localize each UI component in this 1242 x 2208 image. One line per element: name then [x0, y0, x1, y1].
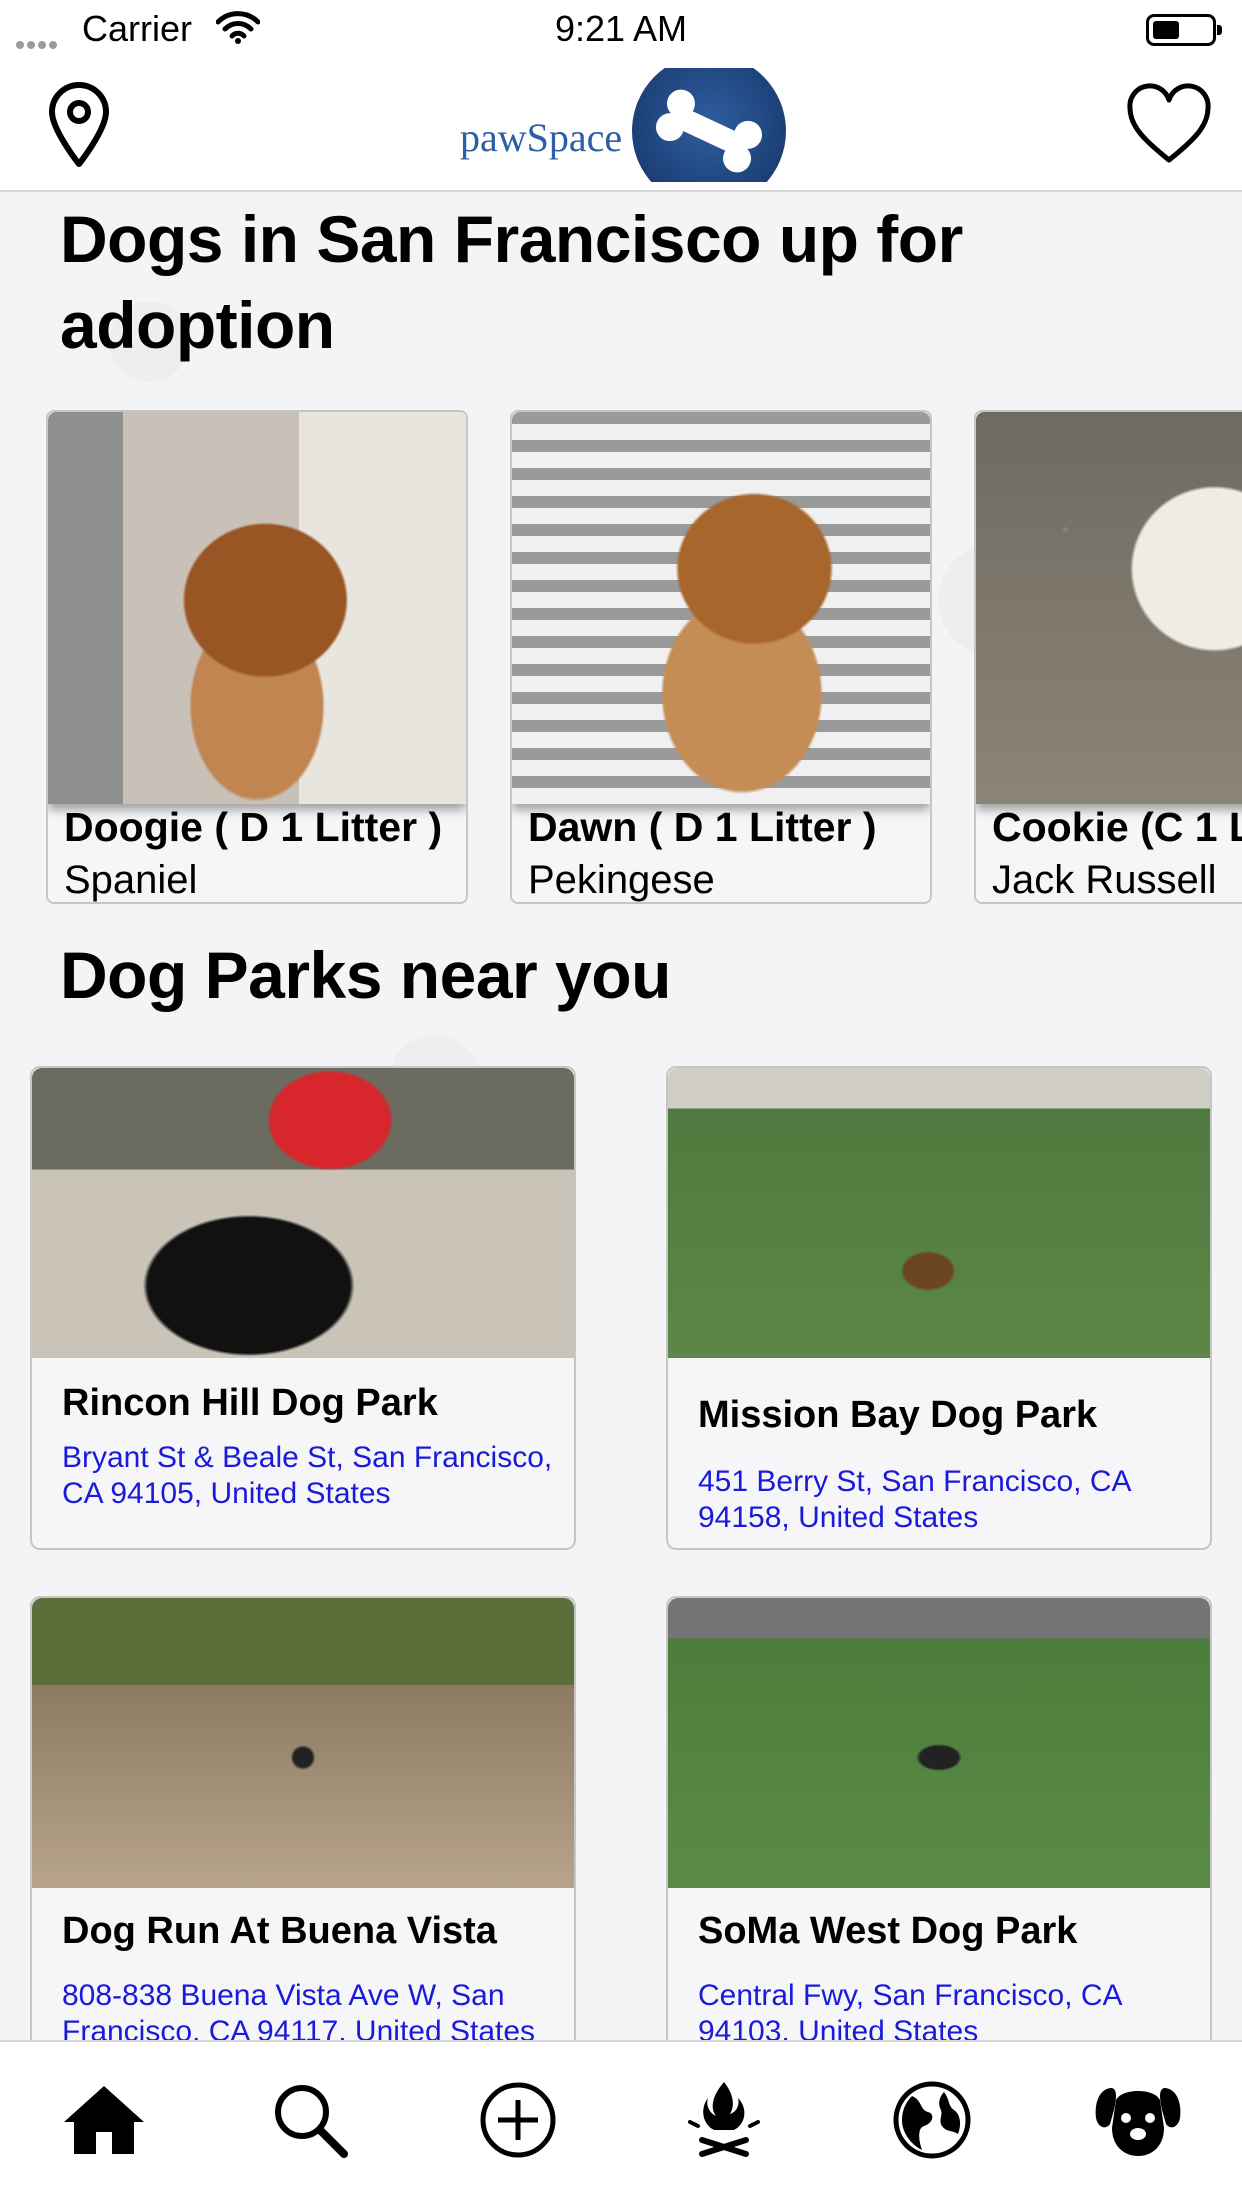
heart-icon — [1127, 83, 1211, 163]
dog-breed: Pekingese — [528, 858, 715, 902]
tab-profile-dog[interactable] — [1090, 2072, 1186, 2168]
parks-section-title: Dog Parks near you — [60, 938, 671, 1012]
park-name: Rincon Hill Dog Park — [62, 1382, 438, 1424]
park-photo — [32, 1598, 574, 1888]
map-pin-icon — [49, 82, 109, 167]
dog-photo — [976, 412, 1242, 804]
favorites-button[interactable] — [1124, 82, 1214, 166]
main-content[interactable]: Dogs in San Francisco up for adoption Do… — [0, 194, 1242, 2040]
dog-photo — [48, 412, 466, 804]
tab-add[interactable] — [470, 2072, 566, 2168]
tab-search[interactable] — [262, 2072, 358, 2168]
tab-campfire[interactable] — [676, 2072, 772, 2168]
campfire-icon — [688, 2082, 760, 2157]
dog-name: Dawn ( D 1 Litter ) — [528, 804, 877, 850]
adoption-section-title: Dogs in San Francisco up for adoption — [60, 202, 963, 362]
park-address-link[interactable]: Bryant St & Beale St, San Francisco, CA … — [62, 1440, 562, 1512]
dog-card-doogie[interactable]: Doogie ( D 1 Litter ) Spaniel — [46, 410, 468, 904]
dog-face-icon — [1095, 2088, 1181, 2156]
dog-card-dawn[interactable]: Dawn ( D 1 Litter ) Pekingese — [510, 410, 932, 904]
park-photo — [668, 1068, 1210, 1358]
globe-icon — [893, 2081, 971, 2159]
clock: 9:21 AM — [554, 8, 688, 49]
battery-icon — [1146, 14, 1222, 46]
park-card-buena-vista[interactable]: Dog Run At Buena Vista 808-838 Buena Vis… — [30, 1596, 576, 2040]
park-photo — [668, 1598, 1210, 1888]
search-icon — [275, 2085, 348, 2158]
park-address-link[interactable]: 808-838 Buena Vista Ave W, San Francisco… — [62, 1978, 562, 2040]
tab-bar — [0, 2040, 1242, 2208]
park-card-mission-bay[interactable]: Mission Bay Dog Park 451 Berry St, San F… — [666, 1066, 1212, 1550]
location-button[interactable] — [44, 80, 114, 170]
logo-text: pawSpace — [460, 115, 623, 160]
park-name: Mission Bay Dog Park — [698, 1394, 1098, 1436]
add-circle-icon — [480, 2082, 556, 2158]
park-address-link[interactable]: Central Fwy, San Francisco, CA 94103, Un… — [698, 1978, 1198, 2040]
park-address-link[interactable]: 451 Berry St, San Francisco, CA 94158, U… — [698, 1464, 1198, 1536]
park-name: SoMa West Dog Park — [698, 1910, 1078, 1952]
dog-name: Doogie ( D 1 Litter ) — [64, 804, 443, 850]
dog-breed: Spaniel — [64, 858, 198, 902]
tab-globe[interactable] — [884, 2072, 980, 2168]
bone-logo-icon — [632, 68, 786, 182]
home-icon — [64, 2086, 144, 2154]
park-photo — [32, 1068, 574, 1358]
status-bar: Carrier 9:21 AM — [0, 0, 1242, 60]
dog-name: Cookie (C 1 L — [992, 804, 1242, 850]
nav-bar: pawSpace — [0, 60, 1242, 192]
dog-breed: Jack Russell — [992, 858, 1217, 902]
dog-photo — [512, 412, 930, 804]
park-card-soma-west[interactable]: SoMa West Dog Park Central Fwy, San Fran… — [666, 1596, 1212, 2040]
park-card-rincon-hill[interactable]: Rincon Hill Dog Park Bryant St & Beale S… — [30, 1066, 576, 1550]
dog-card-cookie[interactable]: Cookie (C 1 L Jack Russell — [974, 410, 1242, 904]
pawspace-logo: pawSpace — [460, 68, 790, 182]
park-name: Dog Run At Buena Vista — [62, 1910, 497, 1952]
tab-home[interactable] — [56, 2072, 152, 2168]
